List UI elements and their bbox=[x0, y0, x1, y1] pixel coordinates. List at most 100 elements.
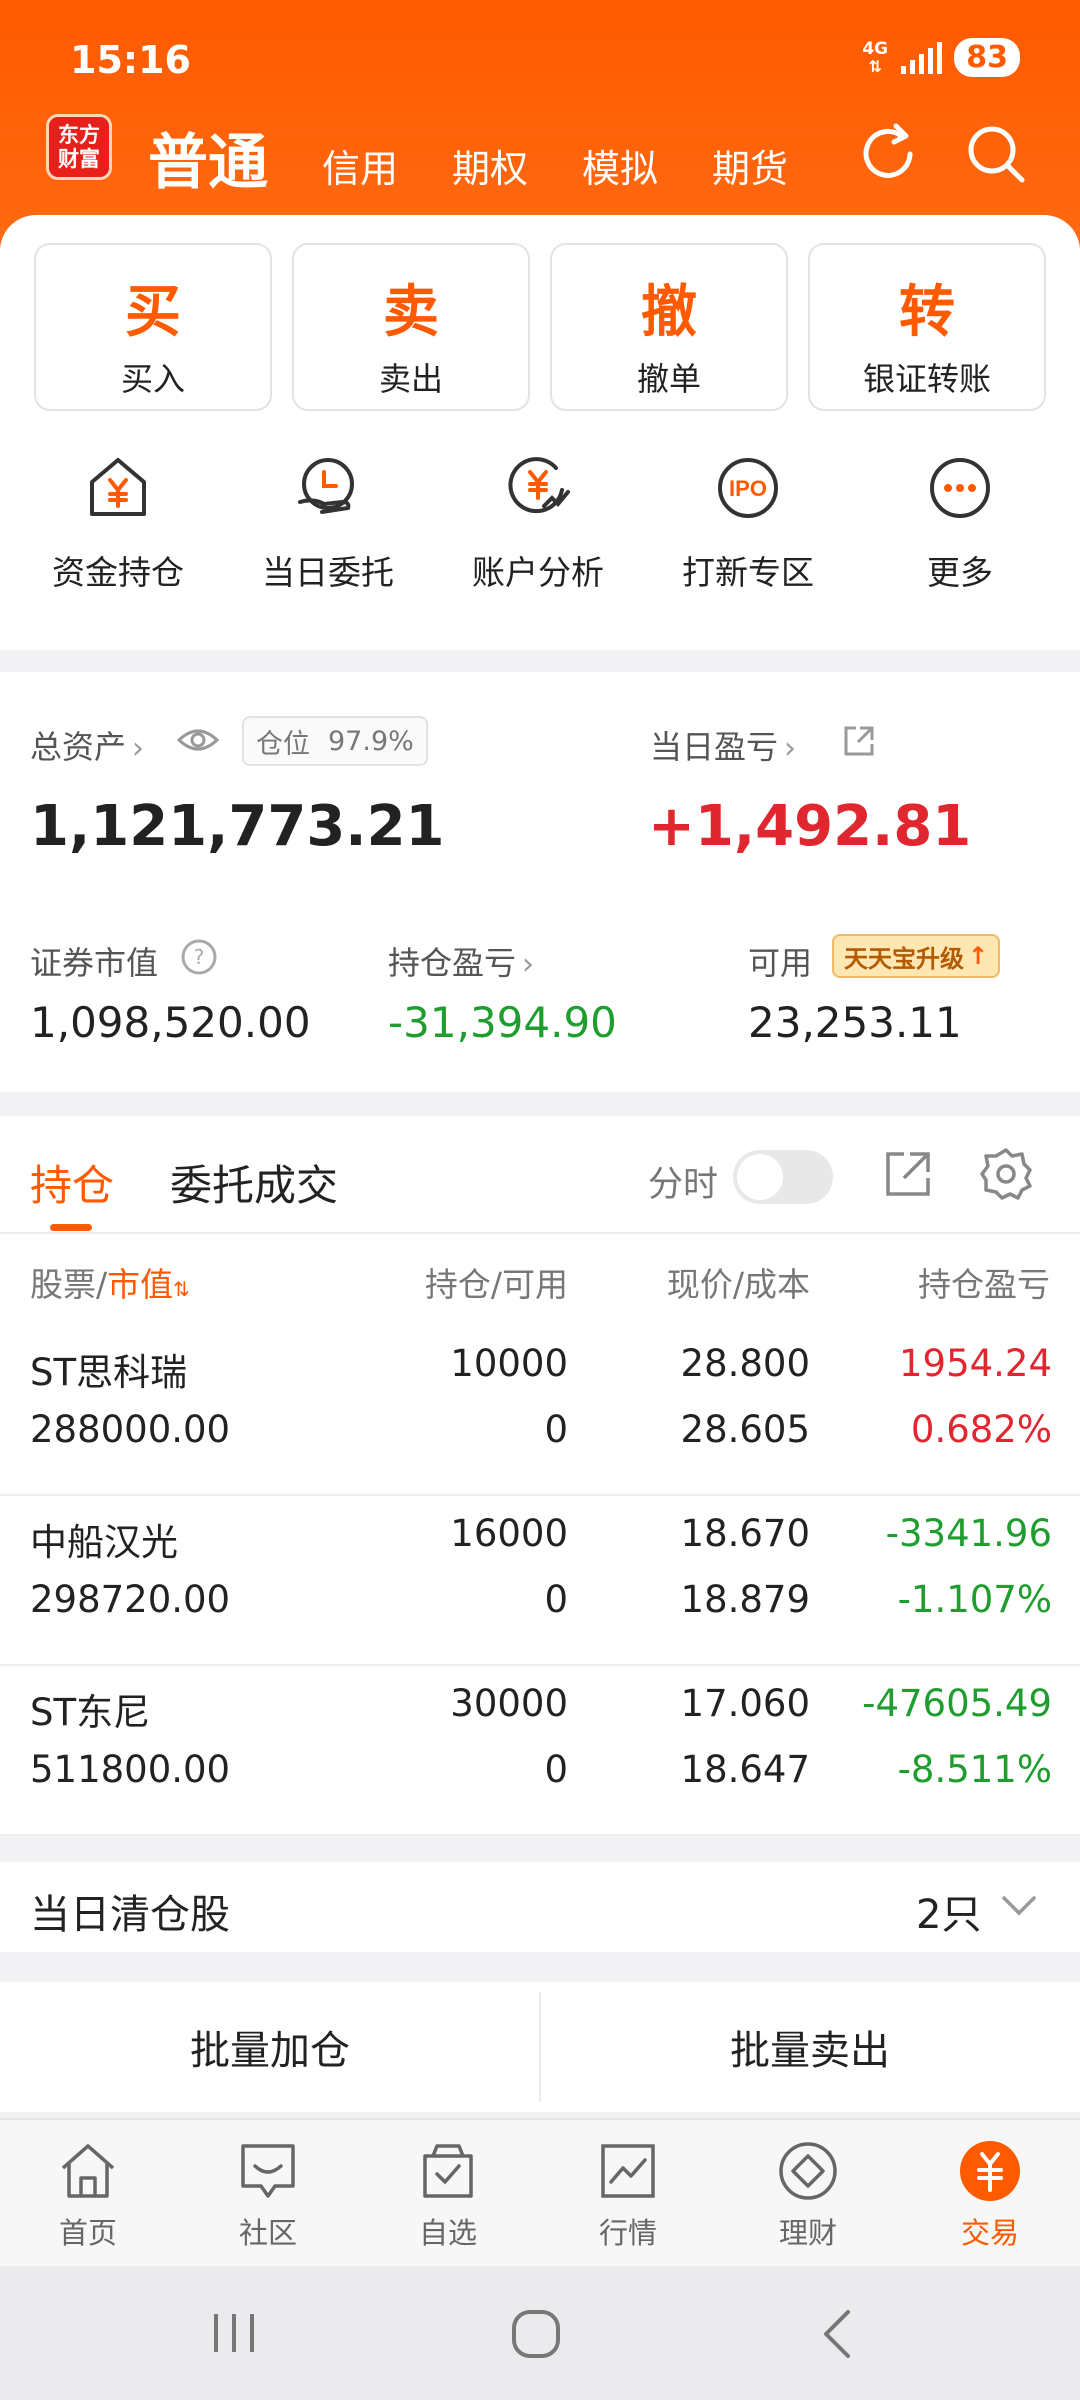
position-ratio-value: 97.9% bbox=[328, 725, 414, 757]
cancel-order-button[interactable]: 撤 撤单 bbox=[550, 243, 788, 411]
intraday-toggle[interactable] bbox=[733, 1150, 833, 1204]
quick-funds-holdings[interactable]: 资金持仓 bbox=[18, 450, 218, 594]
column-header-stock[interactable]: 股票/市值⇅ bbox=[30, 1258, 190, 1306]
quick-account-analysis[interactable]: 账户分析 bbox=[438, 450, 638, 594]
recent-apps-icon[interactable] bbox=[206, 2310, 262, 2356]
transfer-char: 转 bbox=[899, 280, 955, 345]
holding-pnl-link[interactable]: 持仓盈亏 › bbox=[388, 938, 534, 984]
network-type-icon: 4G ⇅ bbox=[862, 38, 889, 76]
table-row[interactable]: 中船汉光 298720.00 16000 0 18.670 18.879 -33… bbox=[0, 1496, 1080, 1666]
divider bbox=[0, 1232, 1080, 1234]
tab-credit[interactable]: 信用 bbox=[322, 138, 398, 193]
top-nav: 东方 财富 普通 信用 期权 模拟 期货 bbox=[0, 110, 1080, 210]
bottom-nav-wealth-label: 理财 bbox=[778, 2216, 837, 2250]
quick-daily-orders[interactable]: 当日委托 bbox=[228, 450, 428, 594]
eye-icon[interactable] bbox=[176, 722, 220, 758]
tab-futures[interactable]: 期货 bbox=[712, 138, 788, 193]
bottom-nav-home[interactable]: 首页 bbox=[18, 2138, 158, 2252]
sort-icon: ⇅ bbox=[173, 1277, 190, 1301]
tab-holdings[interactable]: 持仓 bbox=[30, 1152, 114, 1213]
sell-label: 卖出 bbox=[378, 360, 443, 398]
stock-available: 0 bbox=[544, 1748, 568, 1791]
home-icon bbox=[61, 2144, 115, 2198]
total-assets-value: 1,121,773.21 bbox=[30, 794, 445, 859]
logo-text-line1: 东方 bbox=[58, 123, 100, 147]
status-indicators: 4G ⇅ 83 bbox=[861, 38, 1020, 77]
stock-price: 18.670 bbox=[680, 1512, 810, 1555]
bottom-nav-trade[interactable]: 交易 bbox=[920, 2138, 1060, 2252]
status-time: 15:16 bbox=[70, 38, 191, 82]
chevron-right-icon: › bbox=[132, 731, 145, 766]
batch-sell-button[interactable]: 批量卖出 bbox=[540, 1982, 1080, 2112]
ipo-icon: IPO bbox=[718, 458, 778, 518]
trade-icon bbox=[960, 2141, 1020, 2201]
stock-position: 16000 bbox=[450, 1512, 568, 1555]
bottom-nav-community[interactable]: 社区 bbox=[198, 2138, 338, 2252]
upgrade-badge[interactable]: 天天宝升级 ↑ bbox=[832, 934, 1001, 978]
search-icon[interactable] bbox=[962, 120, 1030, 188]
quick-ipo-zone[interactable]: IPO 打新专区 bbox=[648, 450, 848, 594]
bottom-nav-watchlist[interactable]: 自选 bbox=[378, 2138, 518, 2252]
cleared-stocks-label: 当日清仓股 bbox=[30, 1892, 230, 1938]
table-row[interactable]: ST东尼 511800.00 30000 0 17.060 18.647 -47… bbox=[0, 1666, 1080, 1836]
tab-simulated[interactable]: 模拟 bbox=[582, 138, 658, 193]
bank-transfer-button[interactable]: 转 银证转账 bbox=[808, 243, 1046, 411]
back-icon[interactable] bbox=[818, 2308, 858, 2360]
stock-pnl: 1954.24 bbox=[898, 1342, 1052, 1385]
tab-normal[interactable]: 普通 bbox=[148, 114, 268, 201]
total-assets-label: 总资产 bbox=[30, 728, 127, 766]
table-row[interactable]: ST思科瑞 288000.00 10000 0 28.800 28.605 19… bbox=[0, 1326, 1080, 1496]
chevron-down-icon bbox=[1002, 1896, 1036, 1916]
stock-available: 0 bbox=[544, 1578, 568, 1621]
position-ratio-label: 仓位 bbox=[256, 728, 310, 760]
stock-pnl: -47605.49 bbox=[862, 1682, 1052, 1725]
daily-pnl-label: 当日盈亏 bbox=[650, 728, 779, 766]
external-link-icon[interactable] bbox=[880, 1146, 936, 1202]
community-icon bbox=[241, 2144, 295, 2198]
buy-button[interactable]: 买 买入 bbox=[34, 243, 272, 411]
home-circle-icon[interactable] bbox=[510, 2308, 562, 2360]
batch-add-button[interactable]: 批量加仓 bbox=[0, 1982, 540, 2112]
bottom-nav-market[interactable]: 行情 bbox=[558, 2138, 698, 2252]
bottom-nav-watchlist-label: 自选 bbox=[418, 2216, 477, 2250]
ipo-glyph: IPO bbox=[729, 476, 767, 501]
cleared-stocks-row[interactable]: 当日清仓股 2只 bbox=[0, 1862, 1080, 1952]
refresh-icon[interactable] bbox=[854, 120, 922, 188]
holding-pnl-value: -31,394.90 bbox=[388, 998, 617, 1047]
tab-orders-trades[interactable]: 委托成交 bbox=[170, 1152, 338, 1213]
tab-indicator bbox=[50, 1224, 92, 1231]
column-header-stock-label: 股票/ bbox=[30, 1265, 108, 1304]
battery-icon: 83 bbox=[954, 38, 1020, 77]
bottom-nav-wealth[interactable]: 理财 bbox=[738, 2138, 878, 2252]
cancel-label: 撤单 bbox=[636, 360, 701, 398]
watchlist-icon bbox=[423, 2144, 473, 2198]
yen-trend-icon bbox=[508, 457, 570, 514]
holding-pnl-label: 持仓盈亏 bbox=[388, 944, 517, 982]
transfer-label: 银证转账 bbox=[862, 360, 991, 398]
settings-gear-icon[interactable] bbox=[978, 1146, 1034, 1202]
quick-more[interactable]: 更多 bbox=[860, 450, 1060, 594]
quick-account-analysis-label: 账户分析 bbox=[472, 553, 604, 592]
logo-text-line2: 财富 bbox=[58, 147, 100, 171]
hand-clock-icon bbox=[298, 458, 354, 514]
stock-price: 28.800 bbox=[680, 1342, 810, 1385]
total-assets-link[interactable]: 总资产 › bbox=[30, 722, 144, 768]
intraday-toggle-label: 分时 bbox=[648, 1165, 719, 1205]
stock-name: ST东尼 bbox=[30, 1691, 151, 1734]
bottom-nav-market-label: 行情 bbox=[598, 2216, 657, 2250]
stock-cost: 18.879 bbox=[680, 1578, 810, 1621]
daily-pnl-link[interactable]: 当日盈亏 › bbox=[650, 722, 796, 768]
battery-level: 83 bbox=[966, 40, 1008, 75]
signal-icon bbox=[901, 41, 943, 74]
stock-market-value: 288000.00 bbox=[30, 1408, 231, 1451]
help-icon[interactable]: ? bbox=[180, 938, 218, 976]
position-ratio-badge: 仓位 97.9% bbox=[242, 716, 428, 766]
share-icon[interactable] bbox=[842, 724, 876, 758]
sell-button[interactable]: 卖 卖出 bbox=[292, 243, 530, 411]
upgrade-badge-label: 天天宝升级 bbox=[844, 944, 964, 973]
available-label: 可用 bbox=[748, 944, 813, 982]
bottom-nav-community-label: 社区 bbox=[238, 2216, 297, 2250]
daily-pnl-value: +1,492.81 bbox=[648, 794, 972, 859]
tab-options[interactable]: 期权 bbox=[452, 138, 528, 193]
stock-pnl-pct: -8.511% bbox=[897, 1748, 1052, 1791]
